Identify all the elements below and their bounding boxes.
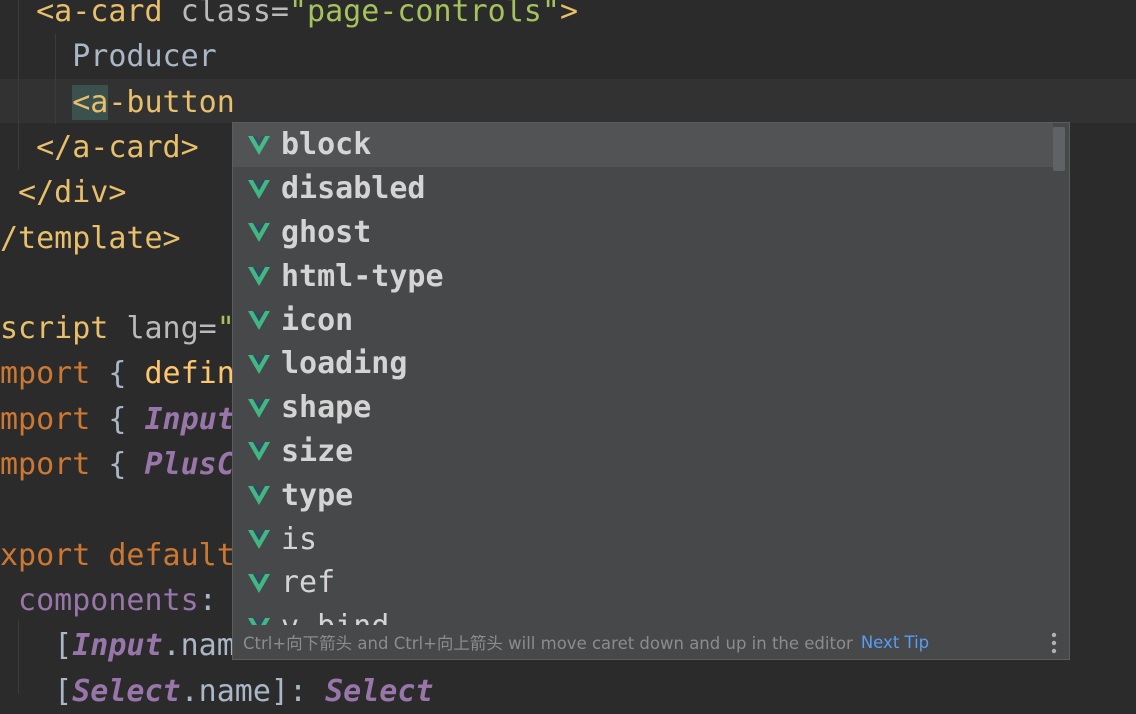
completion-item[interactable]: size [233,430,1053,474]
code-line[interactable]: <a-button [0,80,235,125]
code-token: [ [0,628,73,664]
code-token: .nam [162,628,235,664]
vue-icon [248,442,270,462]
code-token: mport [0,401,109,437]
code-token: Select [72,673,181,709]
vue-icon [248,398,270,418]
completion-item[interactable]: shape [233,386,1053,430]
vue-icon [248,223,270,243]
completion-item-label: size [281,433,354,469]
completion-item[interactable]: loading [233,342,1053,386]
completion-item[interactable]: is [233,517,1053,561]
code-token: PlusC [144,447,235,482]
code-line[interactable]: </a-card> [0,125,199,170]
code-token: Select [325,673,434,709]
code-token: { [108,401,145,437]
completion-item-label: disabled [281,171,426,207]
completion-list[interactable]: block disabled ghost html-type icon loading sh… [233,123,1053,625]
code-token: { [108,356,145,392]
vue-icon [248,311,270,331]
completion-popup[interactable]: block disabled ghost html-type icon loading sh… [232,122,1070,660]
code-token: <a-card [0,0,181,29]
code-token: Input [72,628,163,664]
vue-icon [248,179,270,199]
code-line[interactable]: [Select.name]: Select [0,669,434,714]
completion-item[interactable]: v-bind [233,605,1053,625]
code-token: [ [0,673,73,709]
code-token: { [108,447,145,482]
code-token: defin [144,356,235,392]
code-token: components [0,582,199,618]
code-token: .name]: [180,673,326,709]
code-token: xport default [0,537,235,573]
code-line[interactable]: <a-card class="page-controls"> [0,0,578,34]
code-token: : [198,582,217,618]
code-line[interactable]: Producer [0,34,217,79]
code-line[interactable]: xport default [0,533,235,578]
completion-item-label: ref [281,565,336,601]
vue-icon [248,354,270,374]
code-token: </a-card> [0,129,199,165]
next-tip-link[interactable]: Next Tip [861,633,929,652]
code-token: -button [108,84,235,120]
vue-icon [248,135,270,155]
code-token: > [559,0,578,29]
vue-icon [248,617,270,625]
scrollbar[interactable] [1053,127,1065,621]
code-token: class= [180,0,289,29]
code-line[interactable]: </div> [0,170,126,215]
completion-item[interactable]: ref [233,561,1053,605]
scrollbar-thumb[interactable] [1053,127,1065,171]
completion-item-label: is [281,521,318,557]
code-token: </div> [0,175,127,211]
code-token: /template> [0,220,181,256]
completion-item[interactable]: icon [233,298,1053,342]
code-token: mport [0,356,109,392]
completion-item-label: type [281,477,354,513]
vue-icon [248,486,270,506]
code-line[interactable]: script lang=" [0,306,235,351]
code-token: <a [72,84,109,120]
completion-item-label: ghost [281,214,372,250]
code-token: Input [144,401,235,437]
code-token: mport [0,447,109,482]
code-line[interactable]: mport { defin [0,351,235,396]
completion-item-label: shape [281,390,372,426]
code-line[interactable]: components: [0,578,217,623]
completion-item[interactable]: block [233,123,1053,167]
completion-item-label: icon [281,302,354,338]
tip-text: Ctrl+向下箭头 and Ctrl+向上箭头 will move caret … [243,634,853,653]
completion-footer: Ctrl+向下箭头 and Ctrl+向上箭头 will move caret … [233,625,1069,659]
code-token: "page-controls" [289,0,560,29]
code-line[interactable]: [Input.nam [0,623,235,668]
code-token: Producer [0,39,217,75]
completion-item[interactable]: type [233,473,1053,517]
completion-item[interactable]: ghost [233,211,1053,255]
completion-item[interactable]: disabled [233,167,1053,211]
completion-item-label: v-bind [281,609,389,625]
vue-icon [248,573,270,593]
completion-item-label: html-type [281,258,444,294]
completion-item[interactable]: html-type [233,254,1053,298]
vue-icon [248,267,270,287]
code-token: lang= [126,311,217,347]
code-token: script [0,311,127,347]
vue-icon [248,530,270,550]
completion-item-label: block [281,127,372,163]
more-options-icon[interactable] [1051,632,1057,654]
completion-item-label: loading [281,346,408,382]
code-line[interactable]: /template> [0,216,181,261]
